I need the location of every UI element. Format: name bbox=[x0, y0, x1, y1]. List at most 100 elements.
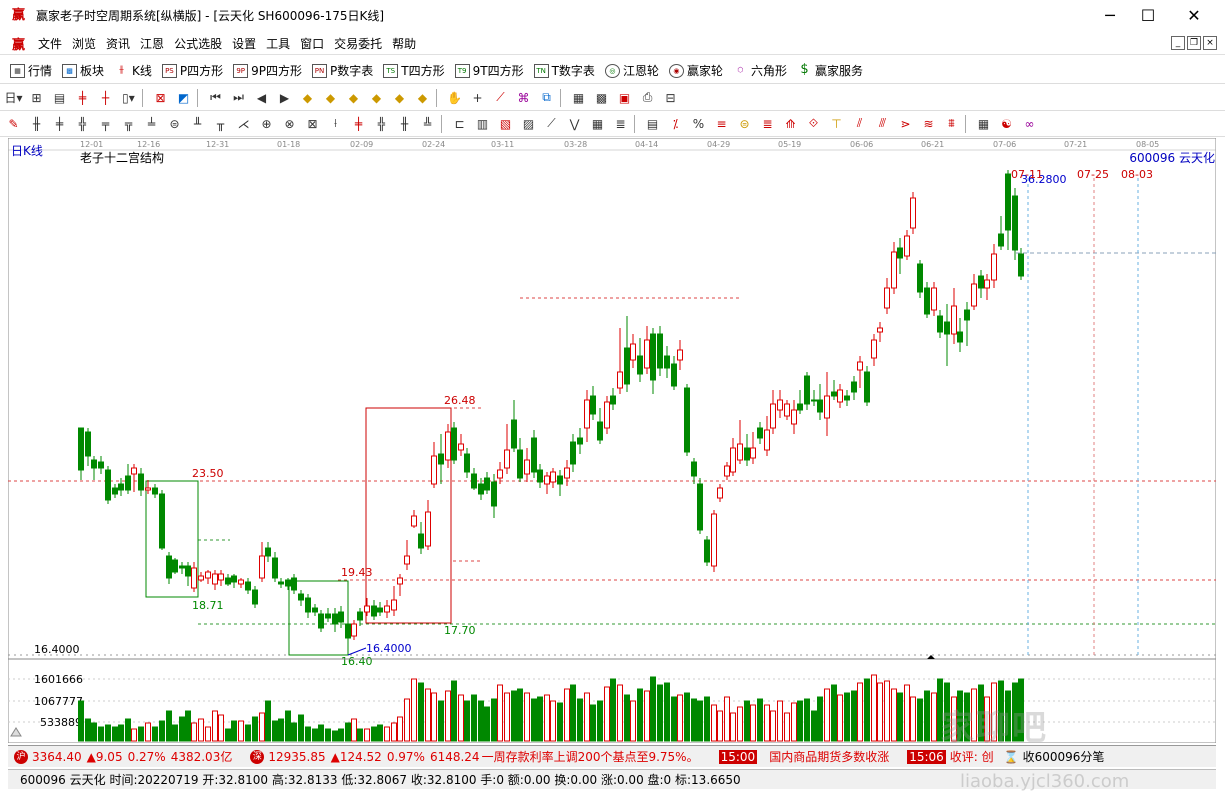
alert-text[interactable]: 收600096分笔 bbox=[1023, 748, 1105, 765]
news-2[interactable]: 国内商品期货多数收涨 bbox=[769, 748, 889, 765]
diamond1-icon[interactable]: ◆ bbox=[298, 89, 317, 107]
mdi-restore-button[interactable]: ❐ bbox=[1187, 36, 1201, 50]
doc-icon[interactable]: ▤ bbox=[50, 89, 69, 107]
tb-psquare-button[interactable]: PS P四方形 bbox=[161, 62, 223, 79]
kline-icon[interactable]: ┼ bbox=[96, 89, 115, 107]
maximize-button[interactable]: ☐ bbox=[1125, 0, 1171, 31]
menu-window[interactable]: 窗口 bbox=[300, 35, 324, 52]
tb-quote-button[interactable]: ▦ 行情 bbox=[10, 62, 52, 79]
pencil-icon[interactable]: ✎ bbox=[4, 115, 23, 133]
fib10-icon[interactable]: ≋ bbox=[919, 115, 938, 133]
layers-icon[interactable]: ⧉ bbox=[537, 89, 556, 107]
line5-icon[interactable]: ⟋ bbox=[542, 115, 561, 133]
diamond2-icon[interactable]: ◆ bbox=[321, 89, 340, 107]
tb-service-button[interactable]: $ 赢家服务 bbox=[797, 62, 863, 79]
left-icon[interactable]: ◀ bbox=[252, 89, 271, 107]
line6-icon[interactable]: ⋁ bbox=[565, 115, 584, 133]
line4-icon[interactable]: ▨ bbox=[519, 115, 538, 133]
crosshair-icon[interactable]: + bbox=[468, 89, 487, 107]
tb-9psquare-button[interactable]: 9P 9P四方形 bbox=[233, 62, 302, 79]
candle-menu-icon[interactable]: ▯▾ bbox=[119, 89, 138, 107]
cycle4-icon[interactable]: ╩ bbox=[418, 115, 437, 133]
fib6-icon[interactable]: ⊤ bbox=[827, 115, 846, 133]
mirror-icon[interactable]: ⟊ bbox=[326, 115, 345, 133]
menu-trade[interactable]: 交易委托 bbox=[334, 35, 382, 52]
fib9-icon[interactable]: ⋗ bbox=[896, 115, 915, 133]
close-button[interactable]: ✕ bbox=[1171, 0, 1217, 31]
news-3[interactable]: 收评: 创 bbox=[950, 748, 994, 765]
line8-icon[interactable]: ≣ bbox=[611, 115, 630, 133]
chart-canvas[interactable]: 12-01 12-16 12-31 01-18 02-09 02-24 03-11 03-28… bbox=[7, 137, 1217, 744]
ruler7-icon[interactable]: ╨ bbox=[188, 115, 207, 133]
circle-grid-icon[interactable]: ⊜ bbox=[165, 115, 184, 133]
fib1-icon[interactable]: ≡ bbox=[712, 115, 731, 133]
mdi-close-button[interactable]: × bbox=[1203, 36, 1217, 50]
table-icon[interactable]: ▤ bbox=[643, 115, 662, 133]
mdi-minimize-button[interactable]: _ bbox=[1171, 36, 1185, 50]
trend-icon[interactable]: ⟋ bbox=[491, 89, 510, 107]
tb-kline-button[interactable]: ╫ K线 bbox=[114, 62, 151, 79]
menu-formula[interactable]: 公式选股 bbox=[174, 35, 222, 52]
hand-icon[interactable]: ✋ bbox=[445, 89, 464, 107]
ruler1-icon[interactable]: ╫ bbox=[27, 115, 46, 133]
tb-gannwheel-button[interactable]: ◎ 江恩轮 bbox=[604, 62, 659, 79]
news-1[interactable]: 一周存款利率上调200个基点至9.75%。 bbox=[482, 748, 699, 765]
percent-icon[interactable]: % bbox=[689, 115, 708, 133]
menu-tools[interactable]: 工具 bbox=[266, 35, 290, 52]
ruler3-icon[interactable]: ╬ bbox=[73, 115, 92, 133]
fib11-icon[interactable]: ⩩ bbox=[942, 115, 961, 133]
infinity-icon[interactable]: ∞ bbox=[1020, 115, 1039, 133]
line2-icon[interactable]: ▥ bbox=[473, 115, 492, 133]
menu-settings[interactable]: 设置 bbox=[232, 35, 256, 52]
cycle1-icon[interactable]: ╪ bbox=[349, 115, 368, 133]
menu-file[interactable]: 文件 bbox=[38, 35, 62, 52]
kline-chart[interactable]: 12-01 12-16 12-31 01-18 02-09 02-24 03-11 03-28… bbox=[7, 137, 1217, 744]
ruler8-icon[interactable]: ╥ bbox=[211, 115, 230, 133]
menu-info[interactable]: 资讯 bbox=[106, 35, 130, 52]
menu-gann[interactable]: 江恩 bbox=[140, 35, 164, 52]
diamond3-icon[interactable]: ◆ bbox=[344, 89, 363, 107]
export-icon[interactable]: ⊟ bbox=[661, 89, 680, 107]
target-icon[interactable]: ⊕ bbox=[257, 115, 276, 133]
ruler6-icon[interactable]: ╧ bbox=[142, 115, 161, 133]
print-icon[interactable]: ⎙ bbox=[638, 89, 657, 107]
fib5-icon[interactable]: ⟐ bbox=[804, 115, 823, 133]
fib3-icon[interactable]: ≣ bbox=[758, 115, 777, 133]
first-icon[interactable]: ⏮ bbox=[206, 89, 225, 107]
stamp-icon[interactable]: ⌘ bbox=[514, 89, 533, 107]
period-menu-icon[interactable]: 日▾ bbox=[4, 89, 23, 107]
last-icon[interactable]: ⏭ bbox=[229, 89, 248, 107]
line3-icon[interactable]: ▧ bbox=[496, 115, 515, 133]
save-icon[interactable]: ▣ bbox=[615, 89, 634, 107]
cycle3-icon[interactable]: ╫ bbox=[395, 115, 414, 133]
percent-slash-icon[interactable]: ⁒ bbox=[666, 115, 685, 133]
spreadsheet-icon[interactable]: ▦ bbox=[974, 115, 993, 133]
ruler2-icon[interactable]: ╪ bbox=[50, 115, 69, 133]
fan-icon[interactable]: ⋌ bbox=[234, 115, 253, 133]
yinyang-icon[interactable]: ☯ bbox=[997, 115, 1016, 133]
box-icon[interactable]: ⊠ bbox=[303, 115, 322, 133]
tb-pnumtable-button[interactable]: PN P数字表 bbox=[312, 62, 373, 79]
flag-icon[interactable]: ◩ bbox=[174, 89, 193, 107]
fib7-icon[interactable]: ⫽ bbox=[850, 115, 869, 133]
calendar-icon[interactable]: ▦ bbox=[569, 89, 588, 107]
calculator-icon[interactable]: ▩ bbox=[592, 89, 611, 107]
tb-sector-button[interactable]: ▩ 板块 bbox=[62, 62, 104, 79]
menu-browse[interactable]: 浏览 bbox=[72, 35, 96, 52]
right-icon[interactable]: ▶ bbox=[275, 89, 294, 107]
tb-9tsquare-button[interactable]: T9 9T四方形 bbox=[454, 62, 524, 79]
zoom-icon[interactable]: ⊞ bbox=[27, 89, 46, 107]
tb-winnerwheel-button[interactable]: ◉ 赢家轮 bbox=[668, 62, 723, 79]
fib4-icon[interactable]: ⟰ bbox=[781, 115, 800, 133]
menu-help[interactable]: 帮助 bbox=[392, 35, 416, 52]
line7-icon[interactable]: ▦ bbox=[588, 115, 607, 133]
line1-icon[interactable]: ⊏ bbox=[450, 115, 469, 133]
gann-grid-icon[interactable]: ⊗ bbox=[280, 115, 299, 133]
tb-tsquare-button[interactable]: TS T四方形 bbox=[383, 62, 445, 79]
cross-chart-icon[interactable]: ⊠ bbox=[151, 89, 170, 107]
fib8-icon[interactable]: ⫻ bbox=[873, 115, 892, 133]
ruler5-icon[interactable]: ╦ bbox=[119, 115, 138, 133]
diamond5-icon[interactable]: ◆ bbox=[390, 89, 409, 107]
fib2-icon[interactable]: ⊜ bbox=[735, 115, 754, 133]
diamond6-icon[interactable]: ◆ bbox=[413, 89, 432, 107]
